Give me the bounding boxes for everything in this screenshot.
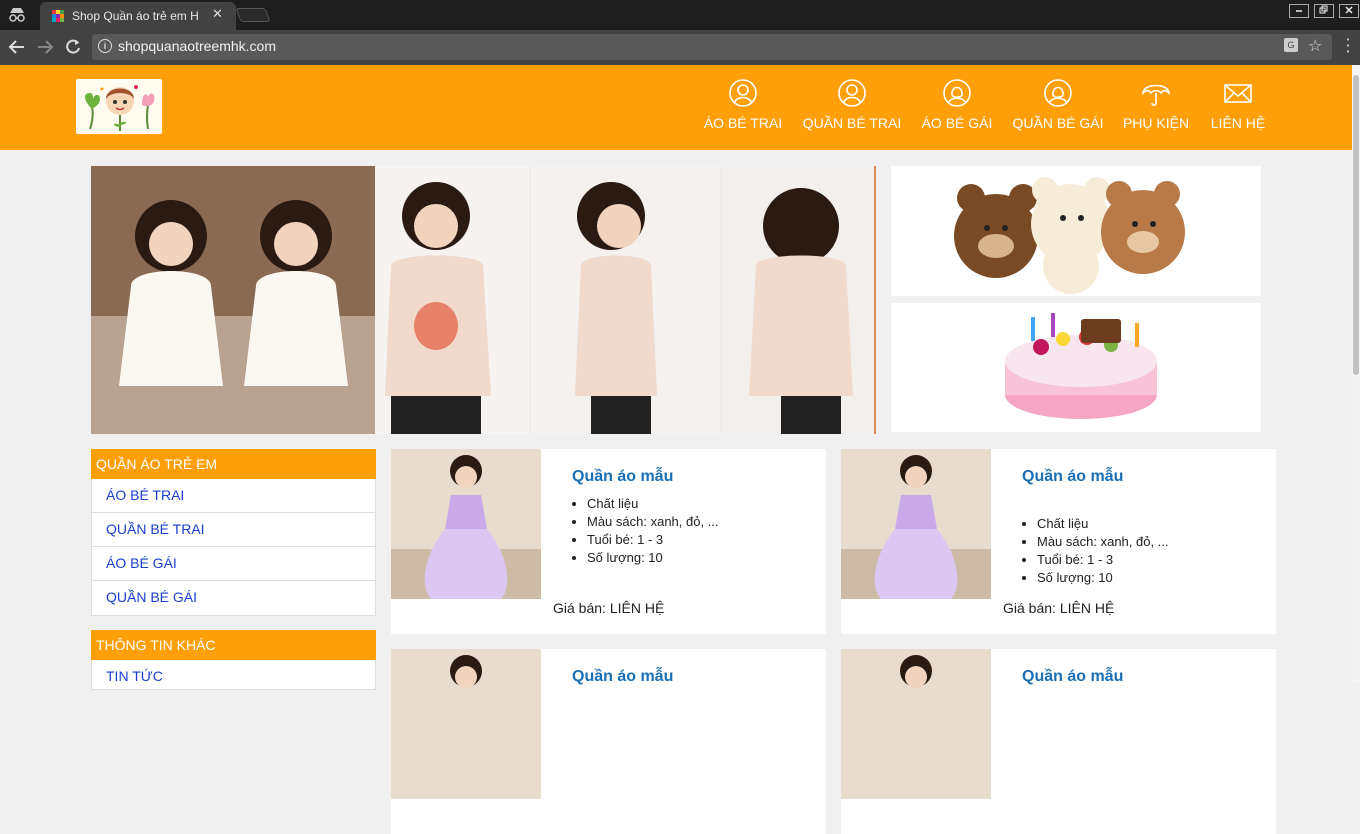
tab-title: Shop Quần áo trẻ em H <box>72 9 199 23</box>
url-text: shopquanaotreemhk.com <box>118 38 276 54</box>
browser-tab[interactable]: Shop Quần áo trẻ em H ✕ <box>40 2 236 30</box>
nav-ao-be-gai[interactable]: ÁO BÉ GÁI <box>918 77 996 139</box>
girl-circle-icon <box>1044 79 1072 107</box>
back-arrow-icon[interactable] <box>8 38 26 60</box>
category-box-title: QUẦN ÁO TRẺ EM <box>91 449 376 479</box>
product-specs: Chất liệu Màu sách: xanh, đỏ, ... Tuổi b… <box>587 495 719 567</box>
product-name[interactable]: Quần áo mẫu <box>572 468 673 486</box>
category-ao-be-trai-link[interactable]: ÁO BÉ TRAI <box>92 479 375 513</box>
nav-quan-be-gai[interactable]: QUẦN BÉ GÁI <box>1008 77 1108 139</box>
nav-label: ÁO BÉ TRAI <box>703 115 783 131</box>
product-card[interactable]: Quần áo mẫu <box>841 649 1276 834</box>
nav-phu-kien[interactable]: PHỤ KIỆN <box>1120 77 1192 139</box>
nav-label: QUẦN BÉ GÁI <box>1012 115 1104 131</box>
envelope-icon <box>1224 84 1252 103</box>
browser-menu-icon[interactable]: · · · <box>1343 32 1353 60</box>
nav-label: LIÊN HỆ <box>1210 115 1266 131</box>
product-specs: Chất liệu Màu sách: xanh, đỏ, ... Tuổi b… <box>1037 515 1169 587</box>
product-card[interactable]: Quần áo mẫu Chất liệu Màu sách: xanh, đỏ… <box>391 449 826 634</box>
page-scrollbar[interactable] <box>1352 65 1360 682</box>
product-image[interactable] <box>841 649 991 799</box>
user-circle-icon <box>838 79 866 107</box>
new-tab-button[interactable] <box>235 8 271 22</box>
spec-material: Chất liệu <box>587 495 719 513</box>
nav-label: ÁO BÉ GÁI <box>921 115 993 131</box>
product-card[interactable]: Quần áo mẫu <box>391 649 826 834</box>
site-logo[interactable] <box>76 79 162 134</box>
spec-age: Tuổi bé: 1 - 3 <box>1037 551 1169 569</box>
tab-close-icon[interactable]: ✕ <box>212 7 223 22</box>
other-info-title: THÔNG TIN KHÁC <box>91 630 376 660</box>
spec-material: Chất liệu <box>1037 515 1169 533</box>
news-link[interactable]: TIN TỨC <box>92 660 375 694</box>
scrollbar-thumb[interactable] <box>1353 75 1359 375</box>
spec-quantity: Số lượng: 10 <box>1037 569 1169 587</box>
hero-banner-image[interactable] <box>91 166 876 434</box>
spec-color: Màu sách: xanh, đỏ, ... <box>1037 533 1169 551</box>
teddy-bears-image[interactable] <box>891 166 1261 296</box>
product-price: Giá bán: LIÊN HỆ <box>553 600 665 616</box>
nav-ao-be-trai[interactable]: ÁO BÉ TRAI <box>702 77 784 139</box>
umbrella-icon <box>1141 84 1171 107</box>
spec-quantity: Số lượng: 10 <box>587 549 719 567</box>
product-image[interactable] <box>391 449 541 599</box>
browser-toolbar: i shopquanaotreemhk.com G ☆ · · · <box>0 30 1360 65</box>
restore-button[interactable] <box>1314 4 1334 18</box>
nav-label: PHỤ KIỆN <box>1122 115 1190 131</box>
bookmark-star-icon[interactable]: ☆ <box>1308 36 1322 55</box>
product-name[interactable]: Quần áo mẫu <box>572 668 673 686</box>
category-quan-be-trai-link[interactable]: QUẦN BÉ TRAI <box>92 513 375 547</box>
category-box: QUẦN ÁO TRẺ EM ÁO BÉ TRAI QUẦN BÉ TRAI Á… <box>91 449 376 616</box>
toy-cake-image[interactable] <box>891 303 1261 432</box>
spec-color: Màu sách: xanh, đỏ, ... <box>587 513 719 531</box>
product-image[interactable] <box>391 649 541 799</box>
address-bar[interactable]: i shopquanaotreemhk.com G ☆ <box>92 34 1332 60</box>
other-info-box: THÔNG TIN KHÁC TIN TỨC <box>91 630 376 690</box>
nav-label: QUẦN BÉ TRAI <box>802 115 902 131</box>
site-info-icon[interactable]: i <box>98 39 112 53</box>
girl-circle-icon <box>943 79 971 107</box>
product-card[interactable]: Quần áo mẫu Chất liệu Màu sách: xanh, đỏ… <box>841 449 1276 634</box>
spec-age: Tuổi bé: 1 - 3 <box>587 531 719 549</box>
site-favicon-icon <box>52 10 64 22</box>
browser-tab-bar: Shop Quần áo trẻ em H ✕ <box>0 0 1360 30</box>
category-ao-be-gai-link[interactable]: ÁO BÉ GÁI <box>92 547 375 581</box>
nav-lien-he[interactable]: LIÊN HỆ <box>1206 77 1270 139</box>
incognito-icon <box>6 6 28 24</box>
product-name[interactable]: Quần áo mẫu <box>1022 468 1123 486</box>
translate-icon[interactable]: G <box>1284 38 1298 52</box>
product-name[interactable]: Quần áo mẫu <box>1022 668 1123 686</box>
product-price: Giá bán: LIÊN HỆ <box>1003 600 1115 616</box>
minimize-button[interactable] <box>1289 4 1309 18</box>
product-image[interactable] <box>841 449 991 599</box>
category-quan-be-gai-link[interactable]: QUẦN BÉ GÁI <box>92 581 375 615</box>
nav-quan-be-trai[interactable]: QUẦN BÉ TRAI <box>800 77 904 139</box>
reload-icon[interactable] <box>64 38 82 60</box>
user-circle-icon <box>729 79 757 107</box>
close-window-button[interactable] <box>1339 4 1359 18</box>
site-header: ÁO BÉ TRAI QUẦN BÉ TRAI ÁO BÉ GÁI QUẦN B… <box>0 65 1352 150</box>
forward-arrow-icon[interactable] <box>36 38 54 60</box>
